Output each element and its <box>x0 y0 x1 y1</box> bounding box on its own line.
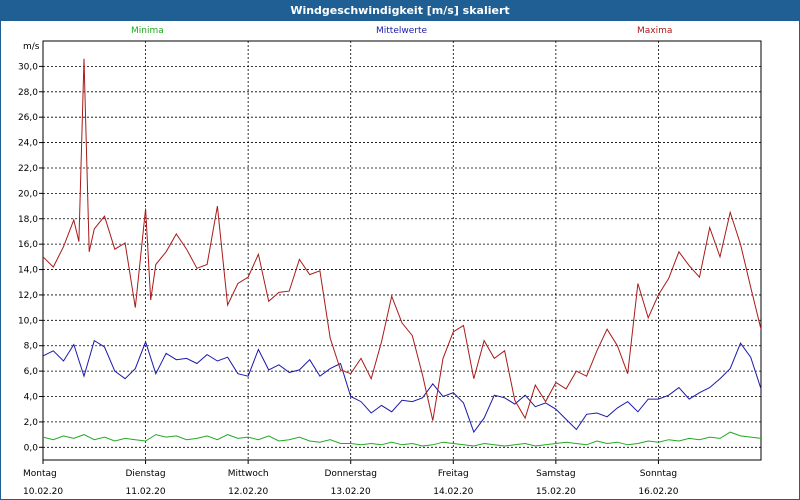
y-tick-label: 10,0 <box>18 316 38 326</box>
y-tick-label: 28,0 <box>18 88 38 98</box>
y-tick-label: 0,0 <box>24 443 39 453</box>
y-tick-label: 30,0 <box>18 62 38 72</box>
y-tick-label: 8,0 <box>24 342 39 352</box>
x-date-label: 14.02.20 <box>433 487 473 497</box>
y-tick-label: 16,0 <box>18 240 38 250</box>
y-tick-label: 12,0 <box>18 291 38 301</box>
x-day-label: Mittwoch <box>228 469 269 479</box>
x-date-label: 13.02.20 <box>331 487 371 497</box>
y-tick-label: 24,0 <box>18 139 38 149</box>
line-chart: 0,0 2,0 4,0 6,0 8,0 10,0 12,0 14,0 16,0 18,0 20,0 2… <box>18 40 762 497</box>
plot-area <box>42 40 762 461</box>
y-tick-label: 26,0 <box>18 113 38 123</box>
x-day-label: Sonntag <box>640 469 677 479</box>
y-tick-label: 18,0 <box>18 215 38 225</box>
chart-window: Windgeschwindigkeit [m/s] skaliert Minim… <box>0 0 800 500</box>
y-tick-label: 14,0 <box>18 266 38 276</box>
y-axis-label: m/s <box>23 42 40 52</box>
x-date-label: 16.02.20 <box>638 487 678 497</box>
x-day-label: Samstag <box>536 469 575 479</box>
y-tick-label: 20,0 <box>18 189 38 199</box>
x-day-label: Montag <box>23 469 57 479</box>
x-date-label: 11.02.20 <box>126 487 166 497</box>
y-tick-label: 2,0 <box>24 418 39 428</box>
y-tick-label: 22,0 <box>18 164 38 174</box>
x-date-label: 12.02.20 <box>228 487 268 497</box>
y-tick-label: 4,0 <box>24 393 39 403</box>
x-day-label: Donnerstag <box>324 469 377 479</box>
x-date-label: 15.02.20 <box>536 487 576 497</box>
x-day-label: Freitag <box>438 469 469 479</box>
x-day-label: Dienstag <box>126 469 166 479</box>
x-date-label: 10.02.20 <box>23 487 63 497</box>
y-tick-label: 6,0 <box>24 367 39 377</box>
